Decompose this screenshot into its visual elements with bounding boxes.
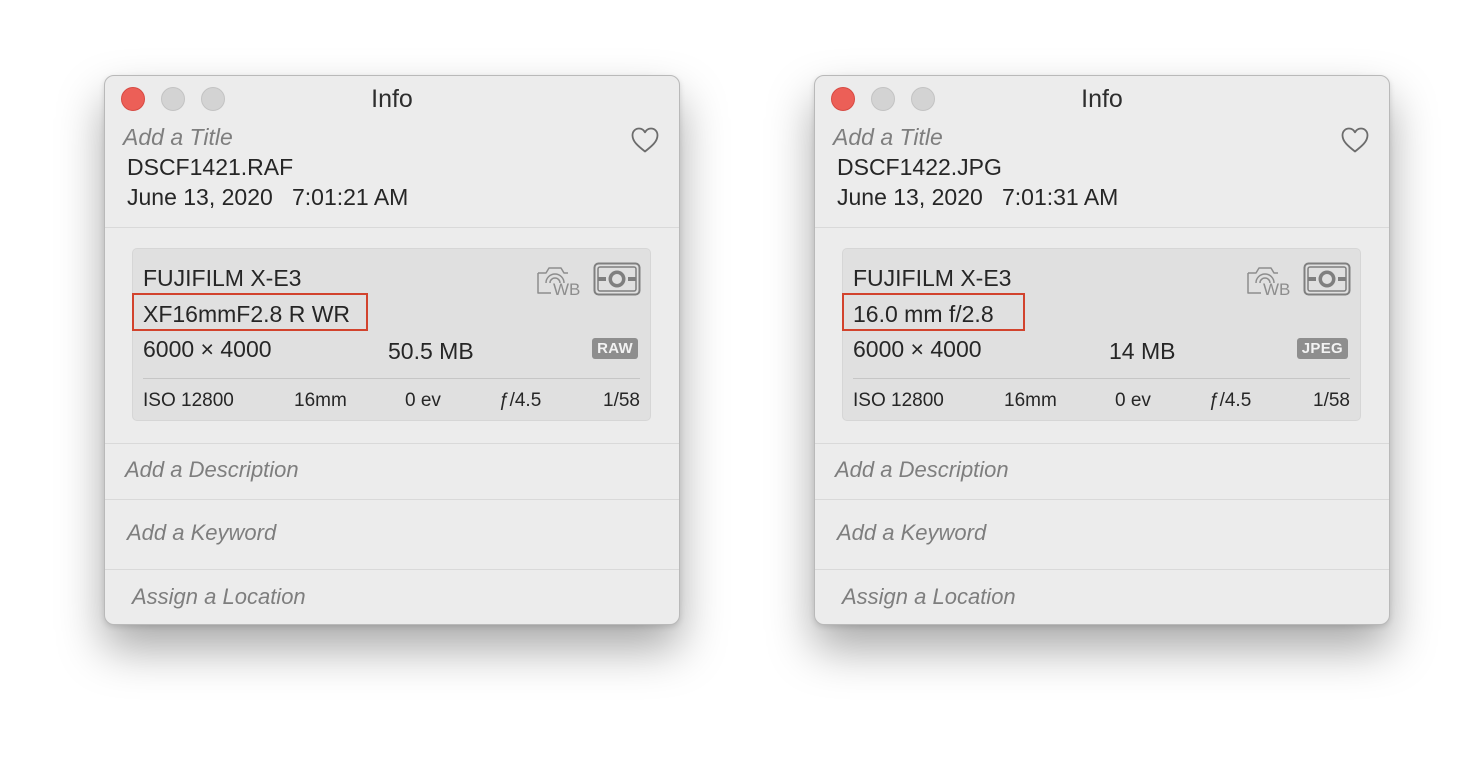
exif-row: ISO 12800 16mm 0 ev ƒ/4.5 1/58 bbox=[143, 390, 640, 414]
format-badge: RAW bbox=[592, 338, 638, 359]
window-title: Info bbox=[371, 85, 413, 113]
image-dimensions: 6000 × 4000 bbox=[853, 336, 982, 362]
exif-exposure-bias: 0 ev bbox=[1115, 390, 1151, 411]
add-description-field[interactable]: Add a Description bbox=[835, 457, 1009, 483]
exif-iso: ISO 12800 bbox=[853, 390, 944, 411]
filename: DSCF1421.RAF bbox=[127, 154, 294, 180]
format-badge: JPEG bbox=[1296, 338, 1348, 359]
exif-focal-length: 16mm bbox=[1004, 390, 1057, 411]
capture-date: June 13, 2020 bbox=[127, 184, 273, 210]
exif-iso: ISO 12800 bbox=[143, 390, 234, 411]
title-bar[interactable]: Info bbox=[815, 76, 1389, 122]
assign-location-field[interactable]: Assign a Location bbox=[842, 584, 1016, 610]
exif-aperture: ƒ/4.5 bbox=[1209, 390, 1252, 411]
capture-datetime: June 13, 2020 7:01:31 AM bbox=[837, 184, 1118, 211]
add-keyword-field[interactable]: Add a Keyword bbox=[837, 520, 986, 546]
metering-mode-icon bbox=[1303, 262, 1351, 296]
exif-divider bbox=[143, 378, 640, 379]
lens-model: XF16mmF2.8 R WR bbox=[143, 301, 351, 327]
exif-divider bbox=[853, 378, 1350, 379]
divider bbox=[815, 569, 1389, 570]
exif-shutter-speed: 1/58 bbox=[1313, 390, 1350, 411]
camera-info-panel: FUJIFILM X-E3 XF16mmF2.8 R WR 6000 × 400… bbox=[132, 248, 651, 421]
svg-text:WB: WB bbox=[1263, 280, 1290, 298]
camera-model: FUJIFILM X-E3 bbox=[143, 265, 302, 291]
assign-location-field[interactable]: Assign a Location bbox=[132, 584, 306, 610]
capture-datetime: June 13, 2020 7:01:21 AM bbox=[127, 184, 408, 211]
capture-date: June 13, 2020 bbox=[837, 184, 983, 210]
camera-info-panel: FUJIFILM X-E3 16.0 mm f/2.8 6000 × 4000 … bbox=[842, 248, 1361, 421]
add-title-field[interactable]: Add a Title bbox=[123, 124, 233, 151]
title-bar[interactable]: Info bbox=[105, 76, 679, 122]
divider bbox=[105, 499, 679, 500]
add-title-field[interactable]: Add a Title bbox=[833, 124, 943, 151]
metering-mode-icon bbox=[593, 262, 641, 296]
info-window-raw: Info Add a Title DSCF1421.RAF June 13, 2… bbox=[104, 75, 680, 625]
file-size: 14 MB bbox=[1109, 338, 1176, 364]
window-title: Info bbox=[1081, 85, 1123, 113]
capture-time: 7:01:21 AM bbox=[291, 184, 409, 210]
capture-time: 7:01:31 AM bbox=[1001, 184, 1119, 210]
camera-wb-icon: WB bbox=[537, 267, 580, 298]
camera-model: FUJIFILM X-E3 bbox=[853, 265, 1012, 291]
divider bbox=[105, 443, 679, 444]
exif-row: ISO 12800 16mm 0 ev ƒ/4.5 1/58 bbox=[853, 390, 1350, 414]
divider bbox=[815, 443, 1389, 444]
exif-shutter-speed: 1/58 bbox=[603, 390, 640, 411]
add-keyword-field[interactable]: Add a Keyword bbox=[127, 520, 276, 546]
lens-model: 16.0 mm f/2.8 bbox=[853, 301, 994, 327]
svg-text:WB: WB bbox=[553, 280, 580, 298]
file-size: 50.5 MB bbox=[388, 338, 474, 364]
filename: DSCF1422.JPG bbox=[837, 154, 1002, 180]
divider bbox=[105, 569, 679, 570]
exif-focal-length: 16mm bbox=[294, 390, 347, 411]
camera-wb-icon: WB bbox=[1247, 267, 1290, 298]
image-dimensions: 6000 × 4000 bbox=[143, 336, 272, 362]
divider bbox=[815, 499, 1389, 500]
heart-icon[interactable] bbox=[1340, 126, 1370, 154]
exif-aperture: ƒ/4.5 bbox=[499, 390, 542, 411]
divider bbox=[105, 227, 679, 228]
exif-exposure-bias: 0 ev bbox=[405, 390, 441, 411]
heart-icon[interactable] bbox=[630, 126, 660, 154]
add-description-field[interactable]: Add a Description bbox=[125, 457, 299, 483]
info-window-jpeg: Info Add a Title DSCF1422.JPG June 13, 2… bbox=[814, 75, 1390, 625]
divider bbox=[815, 227, 1389, 228]
